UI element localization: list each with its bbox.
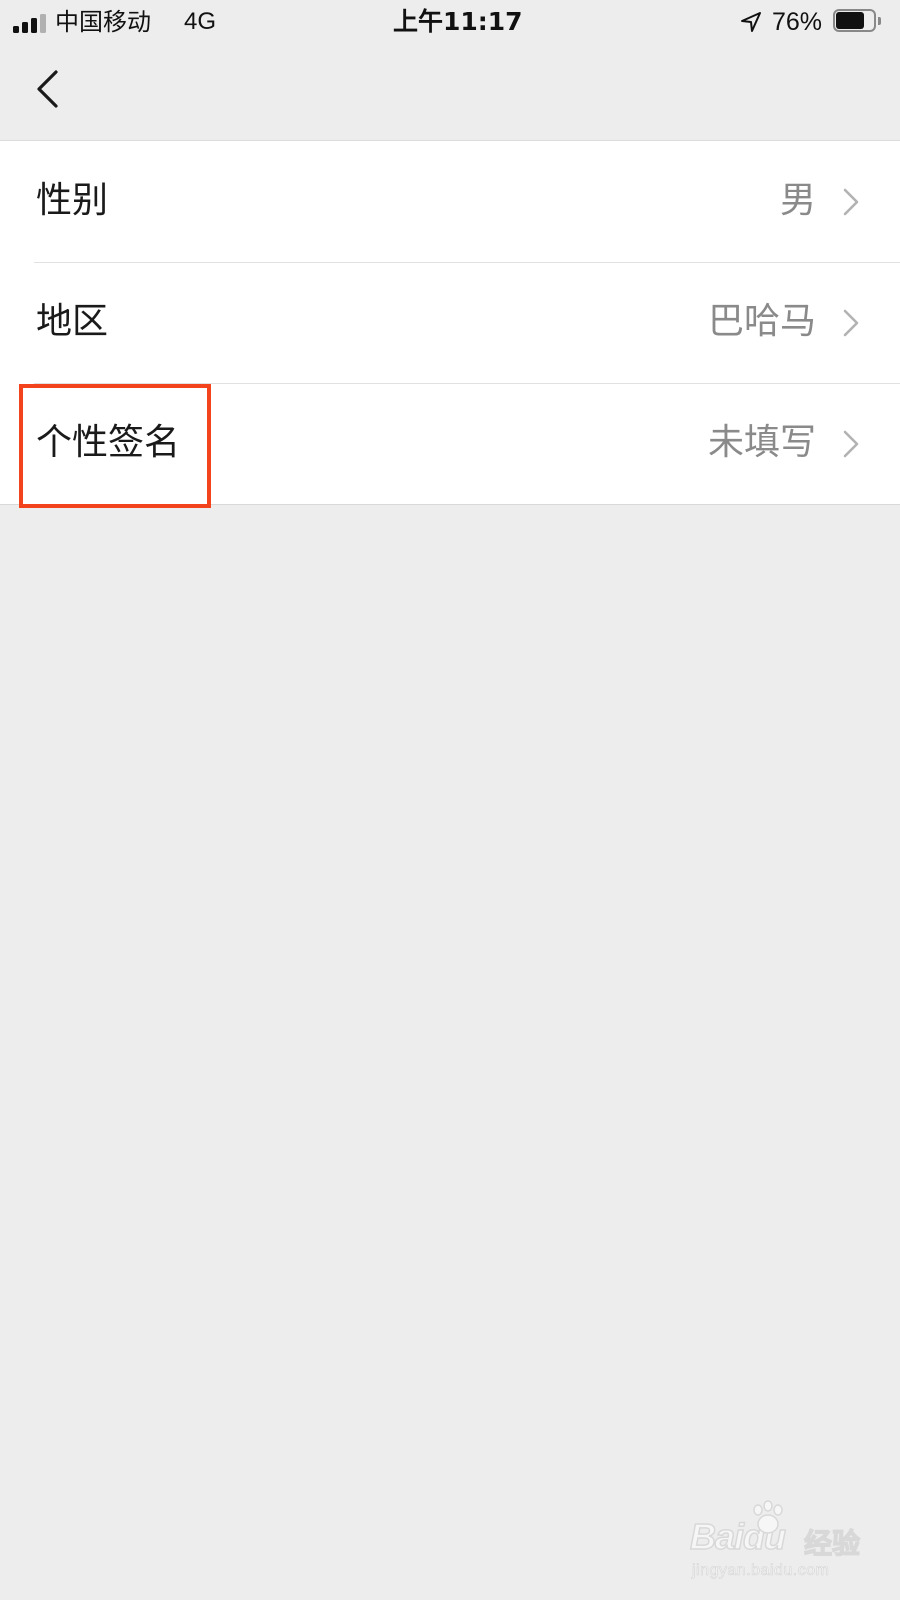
row-value: 男	[779, 180, 816, 221]
watermark-suffix: 经验	[803, 1526, 861, 1560]
row-value: 巴哈马	[707, 301, 816, 342]
watermark-url: jingyan.baidu.com	[692, 1562, 830, 1580]
settings-row-region[interactable]: 地区 巴哈马	[0, 262, 900, 383]
chevron-right-icon	[843, 309, 859, 337]
battery-fill	[836, 12, 864, 29]
settings-row-gender[interactable]: 性别 男	[0, 141, 900, 262]
chevron-right-icon	[843, 188, 859, 216]
location-arrow-icon	[741, 12, 761, 32]
network-type: 4G	[184, 8, 217, 35]
carrier-name: 中国移动	[55, 8, 151, 36]
battery-percent: 76%	[772, 8, 823, 36]
highlight-box	[19, 384, 211, 508]
baidu-jingyan-watermark: Baidu 经验 jingyan.baidu.com	[689, 1500, 861, 1582]
nav-bar	[0, 44, 900, 141]
back-button[interactable]	[26, 64, 72, 114]
chevron-left-icon	[37, 70, 58, 108]
row-label: 性别	[36, 180, 109, 221]
row-label: 地区	[36, 301, 109, 342]
status-bar: 中国移动 4G 上午11:17 76%	[0, 0, 900, 44]
row-value: 未填写	[707, 422, 816, 463]
signal-icon	[13, 13, 49, 33]
paw-icon	[753, 1500, 783, 1534]
battery-icon	[833, 9, 883, 34]
chevron-right-icon	[843, 430, 859, 458]
status-time: 上午11:17	[393, 7, 523, 36]
